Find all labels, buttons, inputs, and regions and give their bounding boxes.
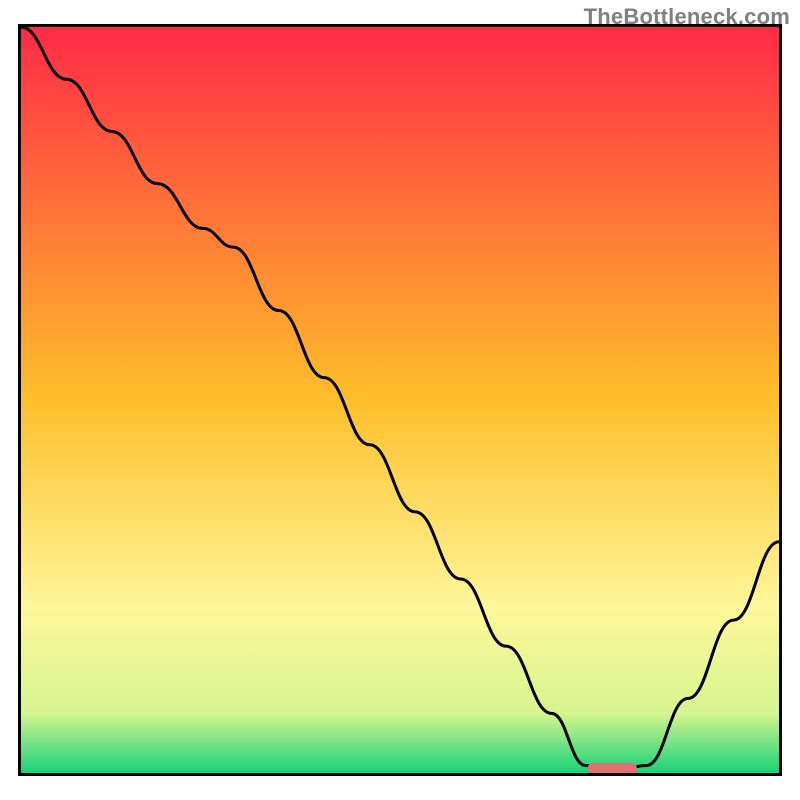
optimal-marker [588, 763, 637, 774]
bottleneck-chart [0, 0, 800, 800]
watermark-text: TheBottleneck.com [584, 4, 790, 30]
plot-background [21, 27, 779, 773]
chart-container: TheBottleneck.com [0, 0, 800, 800]
